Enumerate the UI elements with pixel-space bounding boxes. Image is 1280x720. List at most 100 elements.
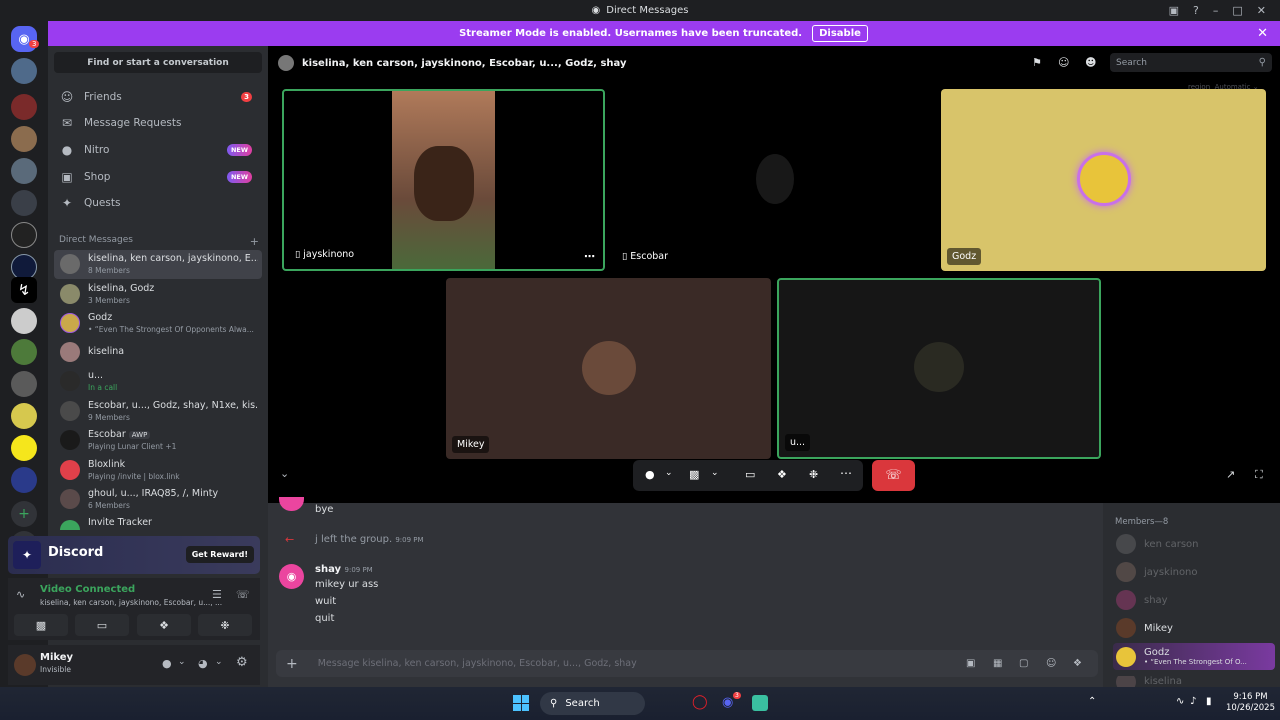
video-tile-godz[interactable]: Godz: [941, 89, 1266, 271]
dm-item[interactable]: Escobar AWP Playing Lunar Client +1: [54, 426, 262, 455]
dm-item[interactable]: Godz • “Even The Strongest Of Opponents A…: [54, 309, 262, 338]
create-dm-icon[interactable]: +: [250, 235, 259, 248]
author-avatar[interactable]: ◉: [279, 564, 304, 589]
volume-icon[interactable]: ♪: [1190, 696, 1196, 707]
dm-item[interactable]: kiselina, ken carson, jayskinono, E... 8 …: [54, 250, 262, 279]
pin-icon[interactable]: ⚑: [1032, 56, 1042, 69]
user-avatar[interactable]: [14, 654, 36, 676]
soundboard-icon[interactable]: ☰: [212, 588, 222, 601]
fullscreen-icon[interactable]: ⛶: [1255, 468, 1263, 482]
dm-item[interactable]: kiselina, Godz 3 Members: [54, 280, 262, 309]
server-icon[interactable]: [11, 58, 37, 84]
help-icon[interactable]: ?: [1193, 4, 1199, 17]
chevron-down-icon[interactable]: ⌄: [665, 468, 673, 478]
add-attachment-icon[interactable]: +: [286, 656, 298, 672]
wifi-icon[interactable]: ∿: [1176, 696, 1184, 707]
add-friends-icon[interactable]: ☺: [1058, 56, 1069, 69]
settings-gear-icon[interactable]: ⚙: [236, 655, 248, 670]
activities-button[interactable]: ❖: [137, 614, 191, 636]
camera-off-icon[interactable]: ▩: [689, 468, 699, 481]
battery-icon[interactable]: ▮: [1206, 696, 1212, 707]
server-icon[interactable]: [11, 435, 37, 461]
disconnect-icon[interactable]: ☏: [236, 588, 250, 601]
server-icon[interactable]: [11, 467, 37, 493]
message-composer[interactable]: + Message kiselina, ken carson, jayskino…: [276, 650, 1098, 677]
nav-friends[interactable]: ☺ Friends 3: [54, 85, 262, 109]
video-tile-u[interactable]: u...: [777, 278, 1101, 459]
activities-icon[interactable]: ❖: [777, 468, 787, 481]
camera-toggle[interactable]: ▩: [14, 614, 68, 636]
get-reward-button[interactable]: Get Reward!: [185, 546, 254, 563]
more-icon[interactable]: ⋯: [840, 466, 852, 480]
soundboard-button[interactable]: ❉: [198, 614, 252, 636]
video-tile-mikey[interactable]: Mikey: [446, 278, 771, 459]
dm-item[interactable]: u... In a call: [54, 367, 262, 396]
nav-quests[interactable]: ✦ Quests: [54, 191, 262, 215]
close-banner-icon[interactable]: ✕: [1257, 26, 1268, 41]
chevron-down-icon[interactable]: ⌄: [178, 657, 186, 667]
video-tile-jayskinono[interactable]: ▯ jayskinono ⋯: [282, 89, 605, 271]
member-item[interactable]: Godz • “Even The Strongest Of O...: [1113, 643, 1275, 670]
start-button[interactable]: [513, 695, 529, 711]
headphones-icon[interactable]: ◕: [198, 657, 208, 670]
screen-share-icon[interactable]: ▭: [745, 468, 755, 481]
opera-icon[interactable]: ◯: [692, 694, 708, 710]
app-icon[interactable]: [752, 695, 768, 711]
dm-item[interactable]: Escobar, u..., Godz, shay, N1xe, kis... 9…: [54, 397, 262, 426]
popout-icon[interactable]: ↗: [1226, 468, 1235, 481]
hang-up-button[interactable]: ☏: [872, 460, 915, 491]
sticker-icon[interactable]: ▢: [1019, 658, 1028, 669]
inbox-icon[interactable]: ▣: [1169, 4, 1179, 17]
tray-chevron-icon[interactable]: ⌃: [1088, 696, 1096, 707]
more-options-icon[interactable]: ⋯: [584, 250, 595, 263]
search-input[interactable]: Search ⚲: [1110, 53, 1272, 72]
discord-taskbar-icon[interactable]: ◉: [722, 695, 733, 710]
emoji-icon[interactable]: ☺: [1046, 658, 1056, 669]
video-tile-escobar[interactable]: ▯ Escobar: [611, 89, 934, 271]
mic-icon[interactable]: ●: [645, 468, 655, 481]
screen-share-button[interactable]: ▭: [75, 614, 129, 636]
disable-button[interactable]: Disable: [812, 25, 868, 42]
server-icon[interactable]: [11, 158, 37, 184]
taskbar-search[interactable]: ⚲ Search: [540, 692, 645, 715]
nav-message-requests[interactable]: ✉ Message Requests: [54, 111, 262, 135]
maximize-button[interactable]: □: [1232, 4, 1242, 17]
clock[interactable]: 9:16 PM 10/26/2025: [1226, 692, 1275, 714]
nav-shop[interactable]: ▣ Shop NEW: [54, 165, 262, 189]
apps-icon[interactable]: ❖: [1073, 658, 1082, 669]
dm-item[interactable]: Invite Tracker: [54, 514, 262, 530]
chevron-down-icon[interactable]: ⌄: [215, 657, 223, 667]
chevron-down-icon[interactable]: ⌄: [711, 468, 719, 478]
gif-icon[interactable]: ▦: [993, 658, 1002, 669]
soundboard-icon[interactable]: ❉: [809, 468, 818, 481]
home-button[interactable]: ◉: [11, 26, 37, 52]
collapse-chevron-icon[interactable]: ⌄: [280, 467, 289, 480]
dm-item[interactable]: ghoul, u..., IRAQ85, /, Minty 6 Members: [54, 485, 262, 514]
server-icon[interactable]: ↯: [11, 277, 37, 303]
gift-icon[interactable]: ▣: [966, 658, 975, 669]
mic-icon[interactable]: ●: [162, 657, 172, 670]
member-item[interactable]: kiselina: [1116, 676, 1182, 687]
server-icon[interactable]: [11, 126, 37, 152]
dm-item[interactable]: kiselina: [54, 338, 262, 367]
voice-status[interactable]: Video Connected: [40, 584, 135, 595]
server-icon[interactable]: [11, 339, 37, 365]
member-list-icon[interactable]: ☻: [1085, 56, 1096, 69]
server-icon[interactable]: [11, 190, 37, 216]
server-icon[interactable]: [11, 371, 37, 397]
close-window-button[interactable]: ✕: [1257, 4, 1266, 17]
member-item[interactable]: Mikey: [1116, 618, 1173, 638]
member-item[interactable]: shay: [1116, 590, 1168, 610]
member-item[interactable]: ken carson: [1116, 534, 1199, 554]
member-item[interactable]: jayskinono: [1116, 562, 1198, 582]
add-server-icon[interactable]: +: [11, 501, 37, 527]
server-icon[interactable]: [11, 403, 37, 429]
minimize-button[interactable]: –: [1213, 4, 1219, 17]
server-icon[interactable]: [11, 308, 37, 334]
dm-item[interactable]: Bloxlink Playing /invite | blox.link: [54, 456, 262, 485]
server-icon[interactable]: [11, 222, 37, 248]
find-conversation-button[interactable]: Find or start a conversation: [54, 52, 262, 73]
nav-nitro[interactable]: ● Nitro NEW: [54, 138, 262, 162]
server-icon[interactable]: [11, 94, 37, 120]
message-input[interactable]: Message kiselina, ken carson, jayskinono…: [318, 658, 637, 669]
